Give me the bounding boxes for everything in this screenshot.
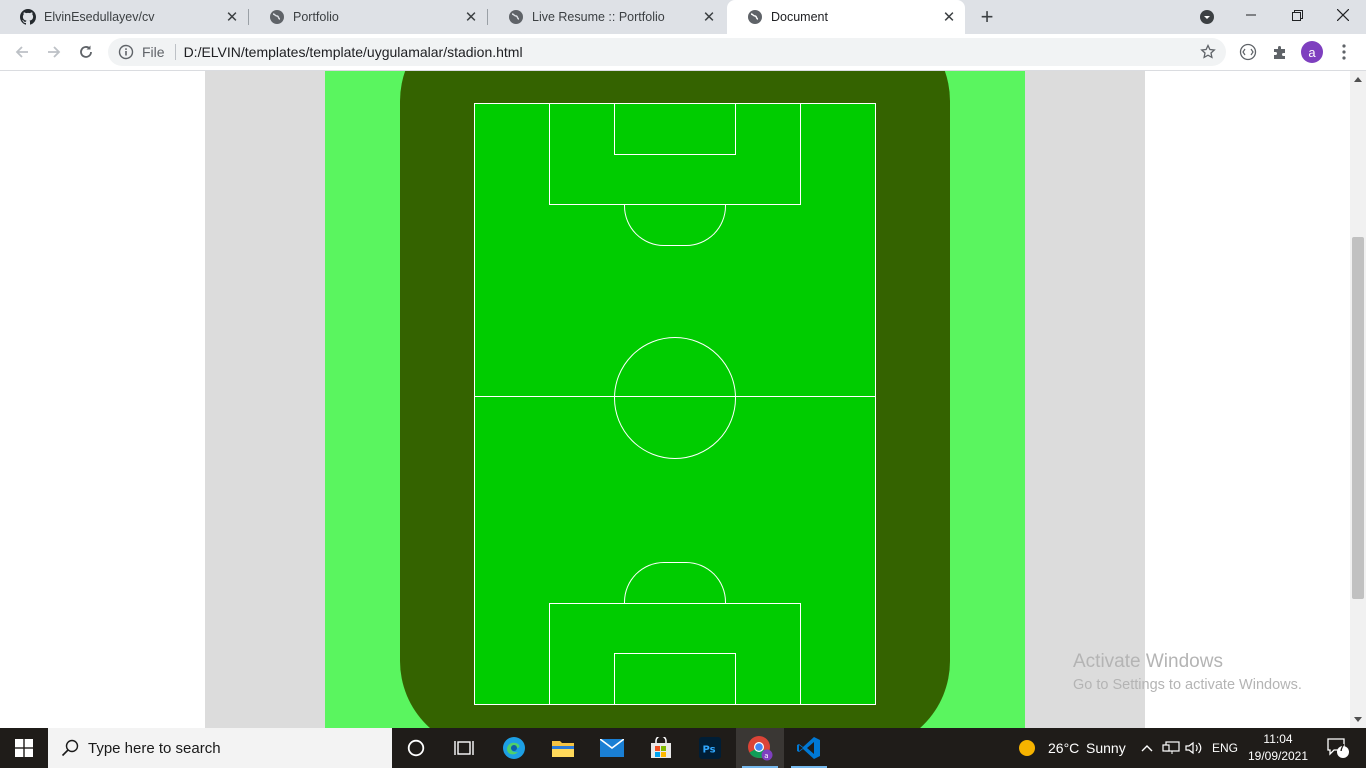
page-viewport: Activate Windows Go to Settings to activ… bbox=[0, 71, 1350, 728]
file-explorer-icon[interactable] bbox=[539, 728, 587, 768]
activate-windows-watermark: Activate Windows Go to Settings to activ… bbox=[1073, 651, 1302, 693]
tab-title: Document bbox=[771, 10, 828, 24]
close-tab-icon[interactable]: ✕ bbox=[941, 9, 957, 26]
show-hidden-icons-chevron-icon[interactable] bbox=[1136, 728, 1158, 768]
globe-icon bbox=[269, 9, 285, 25]
scroll-up-arrow-icon[interactable] bbox=[1350, 71, 1366, 87]
goal-box-top bbox=[614, 103, 736, 155]
notification-center-icon[interactable]: 7 bbox=[1318, 728, 1358, 768]
network-icon[interactable] bbox=[1160, 728, 1182, 768]
profile-avatar[interactable]: a bbox=[1301, 41, 1323, 63]
browser-toolbar: File D:/ELVIN/templates/template/uygulam… bbox=[0, 34, 1366, 71]
tab-github[interactable]: ElvinEsedullayev/cv ✕ bbox=[0, 0, 248, 34]
globe-icon bbox=[508, 9, 524, 25]
chrome-icon[interactable]: a bbox=[736, 728, 784, 768]
vscode-icon[interactable] bbox=[785, 728, 833, 768]
search-placeholder: Type here to search bbox=[88, 739, 221, 757]
scheme-label: File bbox=[142, 44, 165, 60]
omnibox-divider bbox=[174, 44, 176, 60]
close-window-button[interactable] bbox=[1320, 0, 1366, 30]
close-tab-icon[interactable]: ✕ bbox=[701, 9, 717, 26]
system-clock[interactable]: 11:04 19/09/2021 bbox=[1240, 731, 1316, 765]
watermark-subtitle: Go to Settings to activate Windows. bbox=[1073, 677, 1302, 693]
task-view-icon[interactable] bbox=[440, 728, 488, 768]
weather-temperature[interactable]: 26°C bbox=[1048, 740, 1079, 756]
minimize-button[interactable] bbox=[1228, 0, 1274, 30]
cortana-icon[interactable] bbox=[392, 728, 440, 768]
taskbar-search-input[interactable]: Type here to search bbox=[48, 728, 392, 768]
back-button[interactable] bbox=[10, 40, 34, 64]
reading-mode-icon[interactable] bbox=[1238, 42, 1258, 62]
extensions-puzzle-icon[interactable] bbox=[1270, 42, 1290, 62]
windows-taskbar: Type here to search Ps a 26°C Sunny ENG bbox=[0, 728, 1366, 768]
edge-icon[interactable] bbox=[490, 728, 538, 768]
vertical-scrollbar[interactable] bbox=[1350, 71, 1366, 728]
penalty-arc-bottom bbox=[624, 562, 726, 604]
tab-document[interactable]: Document ✕ bbox=[727, 0, 965, 34]
bookmark-star-icon[interactable] bbox=[1200, 43, 1216, 60]
scroll-thumb[interactable] bbox=[1352, 237, 1364, 599]
github-icon bbox=[20, 9, 36, 25]
restore-button[interactable] bbox=[1274, 0, 1320, 30]
reload-button[interactable] bbox=[74, 40, 98, 64]
weather-condition[interactable]: Sunny bbox=[1086, 740, 1126, 756]
clock-time: 11:04 bbox=[1263, 732, 1293, 746]
tab-search-icon[interactable] bbox=[1199, 9, 1215, 25]
tab-strip: ElvinEsedullayev/cv ✕ Portfolio ✕ Live R… bbox=[0, 0, 1366, 34]
forward-button[interactable] bbox=[42, 40, 66, 64]
store-icon[interactable] bbox=[637, 728, 685, 768]
globe-icon bbox=[747, 9, 763, 25]
svg-text:a: a bbox=[764, 752, 768, 760]
url-text[interactable]: D:/ELVIN/templates/template/uygulamalar/… bbox=[184, 44, 1200, 60]
scroll-down-arrow-icon[interactable] bbox=[1350, 712, 1366, 728]
info-icon[interactable] bbox=[118, 44, 134, 60]
new-tab-button[interactable]: + bbox=[975, 4, 999, 29]
tab-live-resume[interactable]: Live Resume :: Portfolio ✕ bbox=[488, 0, 725, 34]
volume-icon[interactable] bbox=[1183, 728, 1205, 768]
football-pitch bbox=[474, 103, 876, 705]
search-icon bbox=[60, 738, 80, 758]
menu-kebab-icon[interactable] bbox=[1334, 42, 1354, 62]
mail-icon[interactable] bbox=[588, 728, 636, 768]
goal-box-bottom bbox=[614, 653, 736, 705]
clock-date: 19/09/2021 bbox=[1247, 749, 1309, 763]
svg-text:Ps: Ps bbox=[703, 745, 716, 756]
weather-sun-icon[interactable] bbox=[1005, 728, 1049, 768]
windows-start-icon[interactable] bbox=[0, 728, 48, 768]
close-tab-icon[interactable]: ✕ bbox=[224, 9, 240, 26]
tab-portfolio[interactable]: Portfolio ✕ bbox=[249, 0, 487, 34]
tab-title: Live Resume :: Portfolio bbox=[532, 10, 665, 24]
tab-title: ElvinEsedullayev/cv bbox=[44, 10, 155, 24]
center-circle bbox=[614, 337, 736, 459]
photoshop-icon[interactable]: Ps bbox=[686, 728, 734, 768]
close-tab-icon[interactable]: ✕ bbox=[463, 9, 479, 26]
penalty-arc-top bbox=[624, 204, 726, 246]
tab-title: Portfolio bbox=[293, 10, 339, 24]
input-language[interactable]: ENG bbox=[1212, 741, 1238, 755]
address-bar[interactable]: File D:/ELVIN/templates/template/uygulam… bbox=[108, 38, 1226, 66]
watermark-title: Activate Windows bbox=[1073, 651, 1223, 672]
notification-count: 7 bbox=[1339, 743, 1345, 754]
